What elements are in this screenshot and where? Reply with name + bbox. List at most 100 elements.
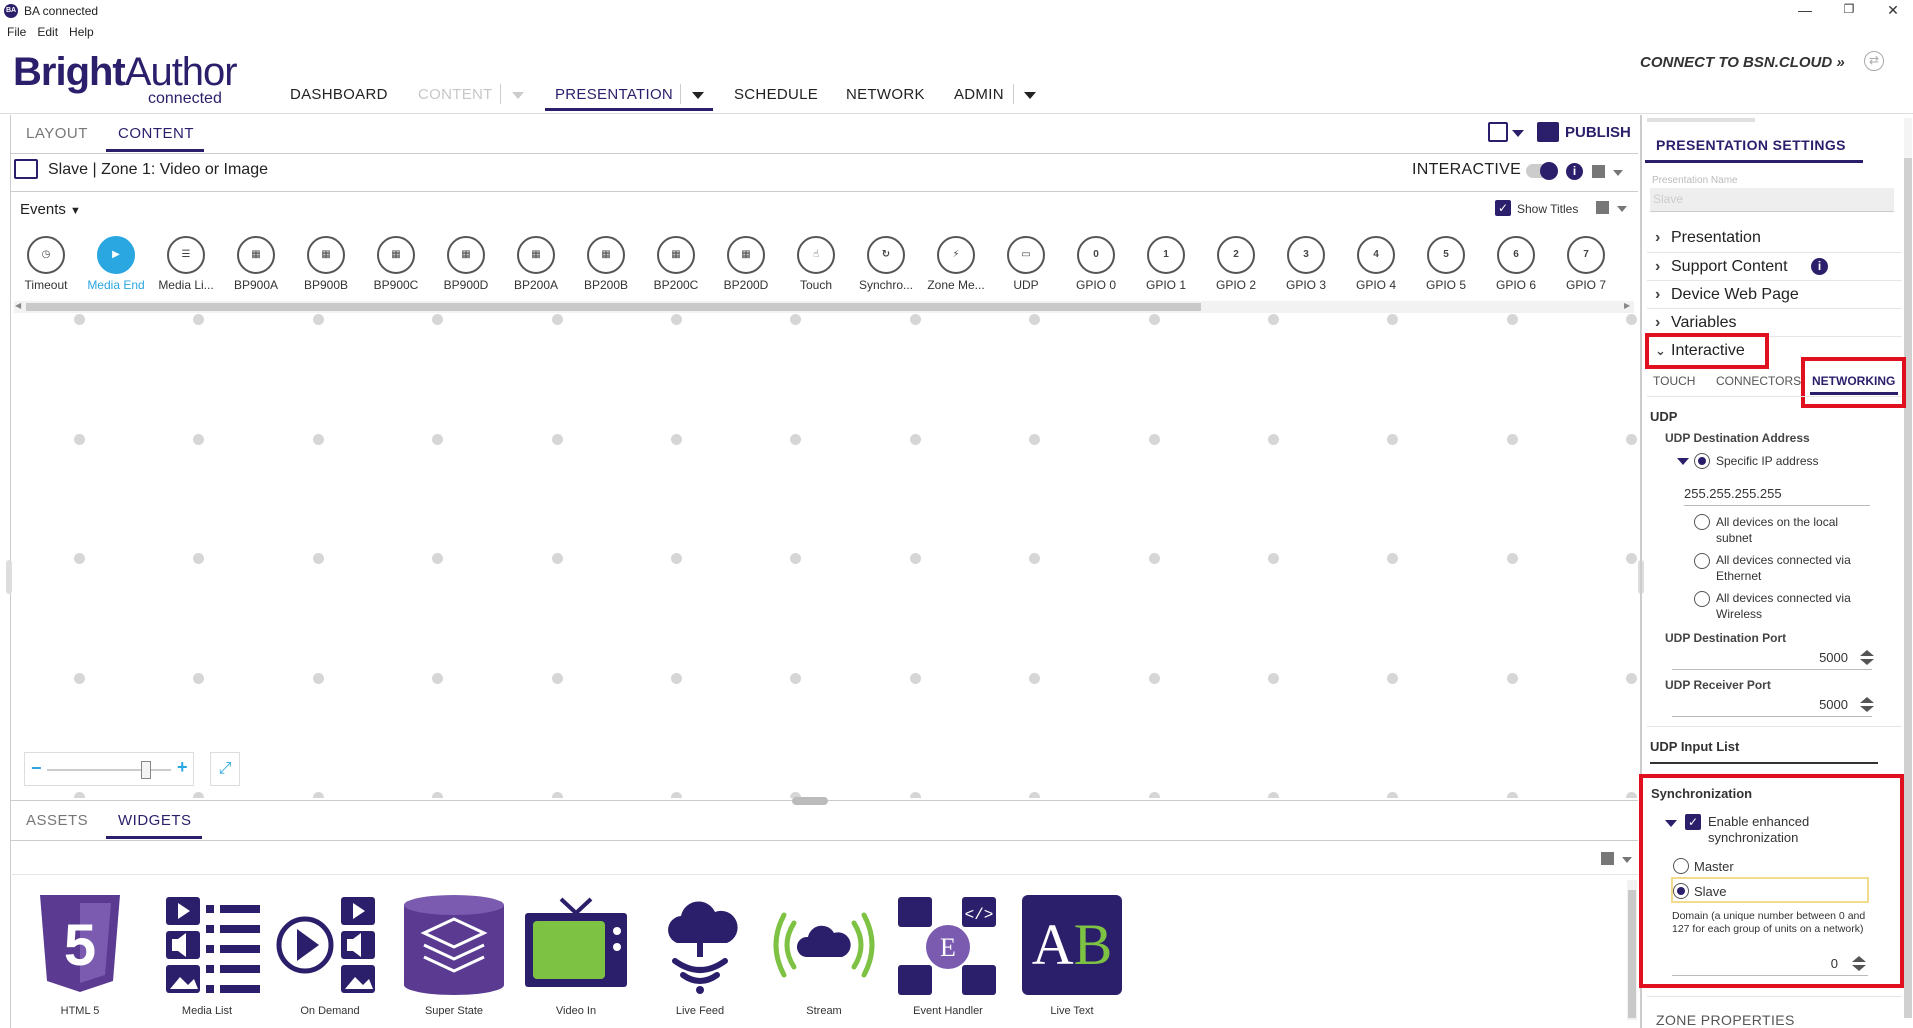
event-bp900d[interactable]: ▦ BP900D xyxy=(434,236,498,292)
event-bp200a[interactable]: ▦ BP200A xyxy=(504,236,568,292)
events-scrollbar[interactable]: ◀ ▶ xyxy=(14,301,1634,313)
event-udp[interactable]: ▭ UDP xyxy=(994,236,1058,292)
close-button[interactable]: ✕ xyxy=(1878,2,1908,20)
event-media-li[interactable]: ☰ Media Li... xyxy=(154,236,218,292)
event-gpio-5[interactable]: 5 GPIO 5 xyxy=(1414,236,1478,292)
canvas-grid-dot xyxy=(790,433,802,445)
event-gpio-3[interactable]: 3 GPIO 3 xyxy=(1274,236,1338,292)
zoom-slider-thumb[interactable] xyxy=(141,761,152,779)
section-device-web-page[interactable]: › Device Web Page xyxy=(1655,286,1799,304)
canvas-grid-dot xyxy=(1148,792,1160,798)
event-label: Pl xyxy=(1624,278,1637,292)
widgets-scrollbar[interactable] xyxy=(1627,880,1637,1020)
bottom-splitter-handle[interactable] xyxy=(792,797,828,805)
event-zone-me[interactable]: ⚡ Zone Me... xyxy=(924,236,988,292)
canvas-grid-dot xyxy=(1029,792,1041,798)
section-variables[interactable]: › Variables xyxy=(1655,314,1737,332)
radio-ethernet[interactable] xyxy=(1694,553,1710,569)
tab-assets[interactable]: ASSETS xyxy=(26,812,88,829)
recv-port-down-icon[interactable] xyxy=(1860,706,1874,712)
widget-video-in[interactable]: Video In xyxy=(516,895,636,1017)
widget-stream[interactable]: Stream xyxy=(764,895,884,1017)
event-pl[interactable]: Pl xyxy=(1624,236,1637,292)
widget-on-demand[interactable]: On Demand xyxy=(270,895,390,1017)
tab-widgets[interactable]: WIDGETS xyxy=(118,812,192,829)
event-gpio-6[interactable]: 6 GPIO 6 xyxy=(1484,236,1548,292)
event-gpio-7[interactable]: 7 GPIO 7 xyxy=(1554,236,1618,292)
recv-port-up-icon[interactable] xyxy=(1860,697,1874,703)
section-support-content[interactable]: › Support Content xyxy=(1655,258,1788,276)
event-bp200b[interactable]: ▦ BP200B xyxy=(574,236,638,292)
minimize-button[interactable]: — xyxy=(1790,2,1820,20)
domain-down-icon[interactable] xyxy=(1852,965,1866,971)
canvas-grid-dot xyxy=(312,553,324,564)
event-bp900c[interactable]: ▦ BP900C xyxy=(364,236,428,292)
events-scrollbar-thumb[interactable] xyxy=(26,303,1201,311)
event-gpio-0[interactable]: 0 GPIO 0 xyxy=(1064,236,1128,292)
event-icon: 1 xyxy=(1147,236,1185,274)
canvas-grid-dot xyxy=(312,792,324,798)
section-presentation[interactable]: › Presentation xyxy=(1655,229,1761,247)
event-gpio-1[interactable]: 1 GPIO 1 xyxy=(1134,236,1198,292)
enable-sync-checkbox[interactable]: ✓ xyxy=(1685,814,1701,830)
widget-event-handler[interactable]: </> E Event Handler xyxy=(888,895,1008,1017)
sync-expand-icon[interactable] xyxy=(1665,820,1677,827)
dest-port-down-icon[interactable] xyxy=(1860,659,1874,665)
subtab-touch[interactable]: TOUCH xyxy=(1653,374,1695,388)
event-bp900b[interactable]: ▦ BP900B xyxy=(294,236,358,292)
connect-bsn-link[interactable]: CONNECT TO BSN.CLOUD » xyxy=(1640,54,1845,71)
domain-input[interactable]: 0 xyxy=(1672,956,1868,976)
dest-port-up-icon[interactable] xyxy=(1860,650,1874,656)
udp-address-expand-icon[interactable] xyxy=(1677,458,1689,465)
sync-icon[interactable]: ⇄ xyxy=(1864,51,1884,71)
widget-live-feed[interactable]: Live Feed xyxy=(640,895,760,1017)
support-info-icon[interactable]: i xyxy=(1811,258,1828,275)
event-touch[interactable]: ☝ Touch xyxy=(784,236,848,292)
subtab-connectors[interactable]: CONNECTORS xyxy=(1716,374,1801,388)
widget-super-state[interactable]: Super State xyxy=(394,895,514,1017)
settings-scrollbar[interactable] xyxy=(1904,118,1912,1018)
domain-up-icon[interactable] xyxy=(1852,956,1866,962)
event-bp200d[interactable]: ▦ BP200D xyxy=(714,236,778,292)
widgets-view-icon[interactable] xyxy=(1601,852,1614,865)
left-splitter-handle[interactable] xyxy=(6,560,12,594)
ip-address-input[interactable]: 255.255.255.255 xyxy=(1684,486,1870,506)
section-presentation-label: Presentation xyxy=(1671,229,1761,246)
event-bp200c[interactable]: ▦ BP200C xyxy=(644,236,708,292)
zoom-out-button[interactable]: − xyxy=(31,758,42,779)
zoom-slider-track[interactable] xyxy=(47,769,171,771)
event-media-end[interactable]: ▶ Media End xyxy=(84,236,148,292)
state-canvas[interactable] xyxy=(12,314,1637,798)
widget-live-text[interactable]: AB Live Text xyxy=(1012,895,1132,1017)
canvas-grid-dot xyxy=(1029,433,1041,445)
radio-local-subnet[interactable] xyxy=(1694,514,1710,530)
radio-specific-ip[interactable] xyxy=(1694,453,1710,469)
canvas-grid-dot xyxy=(671,553,682,564)
restore-button[interactable]: ❐ xyxy=(1834,2,1864,20)
event-label: UDP xyxy=(1013,278,1039,292)
zoom-in-button[interactable]: + xyxy=(177,757,188,778)
radio-master[interactable] xyxy=(1673,858,1689,874)
udp-recv-port-input[interactable]: 5000 xyxy=(1672,697,1872,717)
radio-wireless[interactable] xyxy=(1694,591,1710,607)
udp-input-list[interactable]: UDP Input List xyxy=(1650,739,1739,754)
canvas-grid-dot xyxy=(671,433,682,445)
event-bp900a[interactable]: ▦ BP900A xyxy=(224,236,288,292)
widget-media-list[interactable]: Media List xyxy=(147,895,267,1017)
live-text-glyph: A xyxy=(1031,912,1074,977)
presentation-name-field[interactable]: Slave xyxy=(1650,188,1894,212)
udp-dest-port-input[interactable]: 5000 xyxy=(1672,650,1872,670)
zone-properties-header[interactable]: ZONE PROPERTIES xyxy=(1656,1012,1795,1028)
canvas-grid-dot xyxy=(1029,553,1041,564)
widget-html5[interactable]: 5 HTML 5 xyxy=(20,895,140,1017)
canvas-grid-dot xyxy=(1387,553,1399,564)
event-timeout[interactable]: ◷ Timeout xyxy=(14,236,78,292)
canvas-grid-dot xyxy=(74,314,85,325)
event-gpio-4[interactable]: 4 GPIO 4 xyxy=(1344,236,1408,292)
event-synchro[interactable]: ↻ Synchro... xyxy=(854,236,918,292)
event-gpio-2[interactable]: 2 GPIO 2 xyxy=(1204,236,1268,292)
fit-to-screen-icon[interactable]: ⤢ xyxy=(210,752,240,786)
radio-slave[interactable] xyxy=(1673,883,1689,899)
widgets-view-dropdown-icon[interactable] xyxy=(1622,857,1632,863)
event-icon: ▦ xyxy=(307,236,345,274)
